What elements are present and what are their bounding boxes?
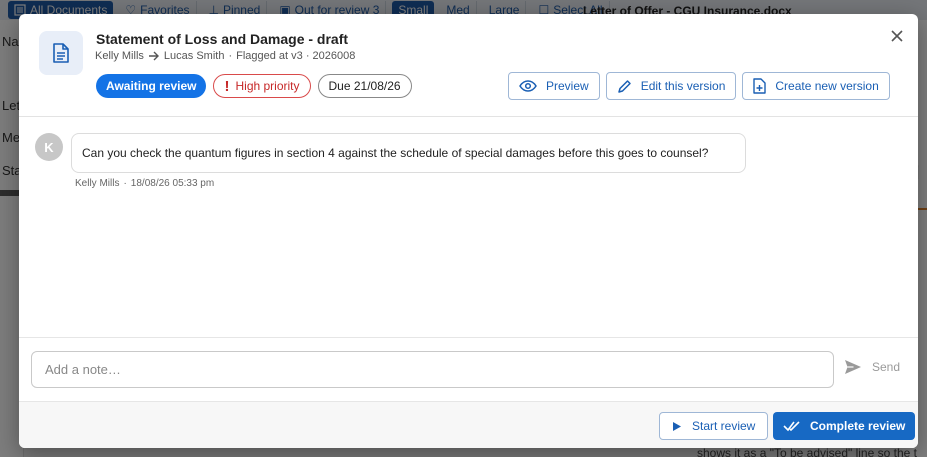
arrow-right-icon bbox=[148, 51, 159, 61]
from-user: Kelly Mills bbox=[95, 50, 144, 62]
double-check-icon bbox=[783, 421, 800, 432]
modal-header: Statement of Loss and Damage - draft Kel… bbox=[19, 14, 918, 117]
priority-label: High priority bbox=[235, 79, 300, 93]
preview-button[interactable]: Preview bbox=[508, 72, 600, 100]
message-author: Kelly Mills bbox=[75, 178, 120, 189]
flag-info: Flagged at v3 · 2026008 bbox=[236, 50, 356, 62]
avatar: K bbox=[35, 133, 63, 161]
status-badges: Awaiting review ! High priority Due 21/0… bbox=[96, 74, 412, 98]
modal-footer: Start review Complete review bbox=[19, 401, 918, 448]
to-user: Lucas Smith bbox=[163, 50, 225, 62]
status-badge: Awaiting review bbox=[96, 74, 207, 98]
create-label: Create new version bbox=[775, 79, 879, 93]
document-icon bbox=[39, 31, 83, 75]
pencil-icon bbox=[617, 79, 631, 93]
send-label: Send bbox=[872, 360, 901, 374]
complete-review-label: Complete review bbox=[810, 419, 906, 433]
close-icon bbox=[891, 30, 903, 42]
header-actions: Preview Edit this version Create new ver… bbox=[508, 72, 890, 100]
complete-review-button[interactable]: Complete review bbox=[773, 412, 916, 440]
modal-title: Statement of Loss and Damage - draft bbox=[96, 31, 349, 47]
send-icon bbox=[845, 360, 861, 374]
message-timestamp: 18/08/26 05:33 pm bbox=[130, 178, 215, 189]
send-button[interactable]: Send bbox=[844, 359, 900, 375]
note-composer: Send bbox=[19, 337, 918, 401]
modal-subtitle: Kelly Mills Lucas Smith · Flagged at v3 … bbox=[95, 50, 355, 62]
close-button[interactable] bbox=[887, 26, 907, 46]
edit-version-button[interactable]: Edit this version bbox=[605, 72, 737, 100]
start-review-button[interactable]: Start review bbox=[659, 412, 769, 440]
play-icon bbox=[673, 421, 681, 431]
preview-label: Preview bbox=[546, 79, 589, 93]
eye-icon bbox=[519, 80, 537, 92]
create-version-button[interactable]: Create new version bbox=[742, 72, 890, 100]
message-bubble: Can you check the quantum figures in sec… bbox=[71, 133, 746, 173]
due-badge: Due 21/08/26 bbox=[317, 74, 412, 98]
exclamation-icon: ! bbox=[224, 77, 230, 95]
document-plus-icon bbox=[753, 78, 767, 94]
message-thread: K Can you check the quantum figures in s… bbox=[19, 118, 918, 337]
message-meta: Kelly Mills · 18/08/26 05:33 pm bbox=[75, 178, 214, 189]
separator: · bbox=[228, 50, 233, 62]
separator: · bbox=[123, 178, 127, 189]
note-input[interactable] bbox=[31, 351, 834, 388]
start-review-label: Start review bbox=[692, 419, 756, 433]
priority-badge: ! High priority bbox=[213, 74, 311, 98]
review-modal: Statement of Loss and Damage - draft Kel… bbox=[19, 14, 918, 448]
edit-label: Edit this version bbox=[640, 79, 726, 93]
